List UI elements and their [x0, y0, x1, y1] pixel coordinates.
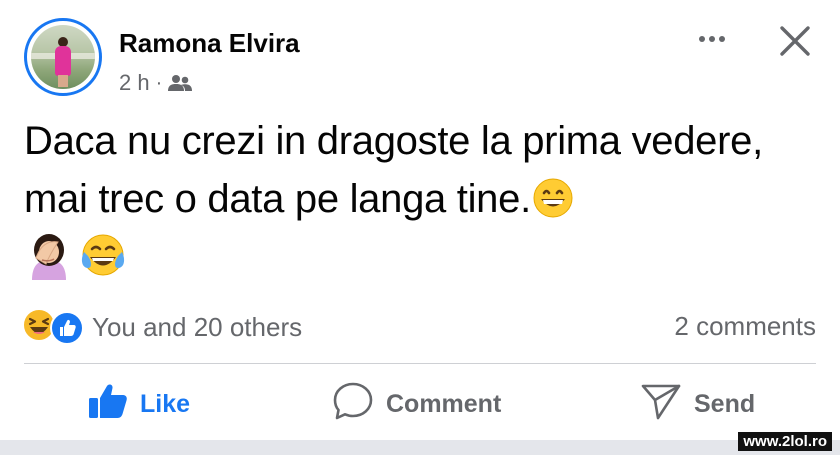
- close-icon[interactable]: [776, 22, 814, 60]
- woman-facepalming-emoji: [24, 230, 74, 285]
- friends-icon[interactable]: [168, 74, 193, 92]
- comment-bubble-icon: [332, 381, 374, 428]
- post-body: Daca nu crezi in dragoste la prima veder…: [24, 119, 763, 221]
- send-icon: [640, 381, 682, 428]
- avatar-photo: [31, 25, 95, 89]
- post-text: Daca nu crezi in dragoste la prima veder…: [24, 112, 814, 234]
- tears-of-joy-emoji: [78, 230, 128, 285]
- post-header: Ramona Elvira 2 h ·: [24, 18, 824, 100]
- send-button[interactable]: Send: [640, 370, 755, 438]
- post-timestamp[interactable]: 2 h: [119, 70, 150, 96]
- emoji-row: [24, 230, 128, 285]
- action-bar: Like Comment Send: [0, 370, 840, 438]
- meta-separator: ·: [155, 71, 163, 94]
- thumbs-up-icon: [88, 383, 128, 426]
- bottom-separator: [0, 440, 840, 455]
- divider: [24, 363, 816, 364]
- like-label: Like: [140, 389, 191, 418]
- comments-count[interactable]: 2 comments: [674, 311, 816, 342]
- reactions-text[interactable]: You and 20 others: [92, 312, 302, 343]
- grinning-face-emoji: [533, 176, 573, 234]
- author-name[interactable]: Ramona Elvira: [119, 28, 300, 59]
- send-label: Send: [694, 389, 756, 418]
- reactions-summary[interactable]: You and 20 others: [22, 308, 302, 347]
- like-reaction-icon: [50, 310, 84, 345]
- more-options-icon[interactable]: [692, 24, 732, 54]
- comment-label: Comment: [386, 389, 502, 418]
- profile-avatar[interactable]: [24, 18, 102, 96]
- watermark: www.2lol.ro: [738, 432, 832, 451]
- post-meta: 2 h ·: [119, 70, 193, 96]
- comment-button[interactable]: Comment: [332, 370, 501, 438]
- like-button[interactable]: Like: [88, 370, 190, 438]
